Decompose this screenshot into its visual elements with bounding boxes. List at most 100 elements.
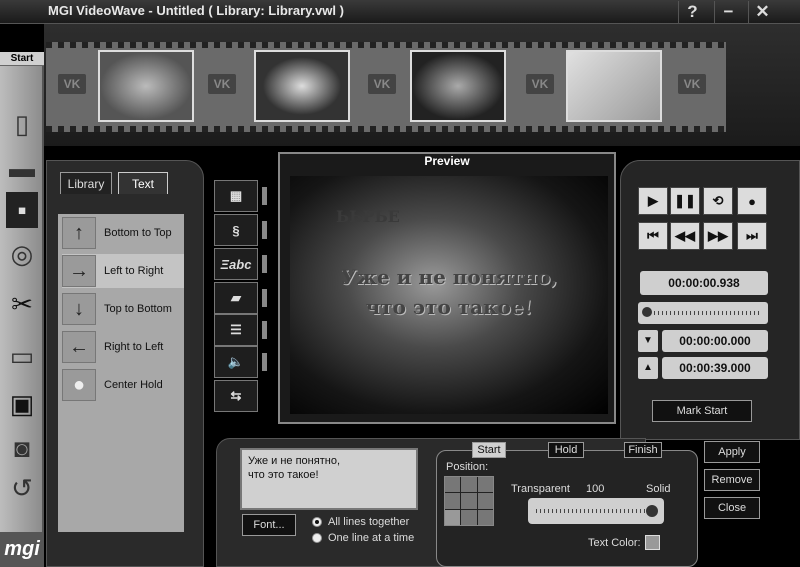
transition-icon[interactable]: §	[214, 214, 258, 246]
storyboard-icon[interactable]: ▦	[214, 180, 258, 212]
position-cell[interactable]	[461, 509, 477, 525]
skip-end-icon[interactable]: ⏭	[737, 222, 767, 250]
position-cell[interactable]	[445, 477, 461, 493]
slider-knob[interactable]	[642, 307, 652, 317]
clip-thumbnail-1[interactable]	[98, 50, 194, 122]
preview-title: Preview	[424, 154, 470, 168]
apply-button[interactable]: Apply	[704, 441, 760, 463]
help-button[interactable]: ?	[678, 1, 706, 23]
skip-start-icon[interactable]: ⏮	[638, 222, 668, 250]
position-label: Position:	[446, 461, 489, 473]
close-button[interactable]: Close	[704, 497, 760, 519]
slider-track	[646, 311, 760, 315]
arrow-left-icon: ←	[62, 331, 96, 363]
new-file-icon[interactable]: ▯	[4, 106, 40, 142]
film-perforation-bottom	[46, 126, 726, 132]
clip-thumbnail-2[interactable]	[254, 50, 350, 122]
list-item-label: Left to Right	[104, 265, 164, 277]
set-end-icon[interactable]: ▲	[638, 357, 658, 379]
save-icon[interactable]: ▪	[6, 192, 38, 228]
remove-button[interactable]: Remove	[704, 469, 760, 491]
list-item-top-to-bottom[interactable]: ↓ Top to Bottom	[62, 292, 184, 326]
overlay-line-1: Уже и не понятно,	[340, 265, 558, 289]
position-cell[interactable]	[477, 509, 493, 525]
tool-indicator	[262, 321, 267, 339]
tool-indicator	[262, 255, 267, 273]
transition-marker-icon[interactable]: VK	[526, 74, 554, 94]
position-cell[interactable]	[477, 477, 493, 493]
record-icon[interactable]: ●	[737, 187, 767, 215]
transparent-label: Transparent	[511, 483, 570, 495]
clipboard-icon[interactable]: ▣	[4, 386, 40, 422]
position-grid[interactable]	[444, 476, 494, 526]
list-item-left-to-right[interactable]: → Left to Right	[62, 254, 184, 288]
text-color-swatch[interactable]	[645, 535, 660, 550]
list-item-right-to-left[interactable]: ← Right to Left	[62, 330, 184, 364]
radio-all-lines[interactable]: All lines together	[312, 516, 409, 528]
radio-label: All lines together	[328, 516, 410, 528]
list-item-label: Bottom to Top	[104, 227, 172, 239]
tab-start[interactable]: Start	[472, 442, 506, 458]
open-folder-icon[interactable]: ▬	[4, 150, 40, 186]
transition-marker-icon[interactable]: VK	[58, 74, 86, 94]
position-cell[interactable]	[461, 493, 477, 509]
arrow-down-icon: ↓	[62, 293, 96, 325]
clip-thumbnail-4[interactable]	[566, 50, 662, 122]
list-item-bottom-to-top[interactable]: ↑ Bottom to Top	[62, 216, 184, 250]
tab-finish[interactable]: Finish	[624, 442, 662, 458]
undo-icon[interactable]: ↺	[4, 470, 40, 506]
scissors-icon[interactable]: ✂	[4, 286, 40, 322]
slider-track	[536, 509, 652, 513]
sound-icon[interactable]: 🔈	[214, 346, 258, 378]
copy-icon[interactable]: ▭	[4, 338, 40, 374]
film-reel-icon[interactable]: ◎	[4, 236, 40, 272]
minimize-button[interactable]: −	[714, 1, 742, 23]
transparency-value: 100	[586, 483, 605, 495]
arrow-up-icon: ↑	[62, 217, 96, 249]
position-cell[interactable]	[461, 477, 477, 493]
video-background-sign: ЬЬРЬЕ	[336, 207, 400, 226]
camera-icon[interactable]: ◙	[4, 430, 40, 466]
position-cell[interactable]	[445, 509, 461, 525]
pause-icon[interactable]: ❚❚	[670, 187, 700, 215]
font-button[interactable]: Font...	[242, 514, 296, 536]
mgi-logo: mgi	[0, 532, 44, 567]
transition-marker-icon[interactable]: VK	[208, 74, 236, 94]
start-time-field[interactable]: 00:00:00.000	[662, 330, 768, 352]
list-item-center-hold[interactable]: ● Center Hold	[62, 368, 184, 402]
tool-indicator	[262, 221, 267, 239]
solid-label: Solid	[646, 483, 671, 495]
tab-hold[interactable]: Hold	[548, 442, 584, 458]
tab-text[interactable]: Text	[118, 172, 168, 194]
mark-start-button[interactable]: Mark Start	[652, 400, 752, 422]
transition-marker-icon[interactable]: VK	[368, 74, 396, 94]
loop-icon[interactable]: ⟲	[703, 187, 733, 215]
rewind-icon[interactable]: ◀◀	[670, 222, 700, 250]
effects-icon[interactable]: ▰	[214, 282, 258, 314]
radio-one-line[interactable]: One line at a time	[312, 532, 414, 544]
position-cell[interactable]	[445, 493, 461, 509]
overlay-text-input[interactable]: Уже и не понятно, что это такое!	[240, 448, 418, 510]
start-tab[interactable]: Start	[0, 52, 44, 66]
transition-marker-icon[interactable]: VK	[678, 74, 706, 94]
text-abc-icon[interactable]: Ξabc	[214, 248, 258, 280]
overlay-icon[interactable]: ☰	[214, 314, 258, 346]
list-item-label: Center Hold	[104, 379, 163, 391]
position-cell[interactable]	[477, 493, 493, 509]
close-window-button[interactable]: ✕	[748, 1, 776, 23]
current-time-display: 00:00:00.938	[640, 271, 768, 295]
set-start-icon[interactable]: ▼	[638, 330, 658, 352]
fast-forward-icon[interactable]: ▶▶	[703, 222, 733, 250]
tool-indicator	[262, 353, 267, 371]
end-time-field[interactable]: 00:00:39.000	[662, 357, 768, 379]
tab-library[interactable]: Library	[60, 172, 112, 194]
play-icon[interactable]: ▶	[638, 187, 668, 215]
film-perforation-top	[46, 42, 726, 48]
clip-thumbnail-3[interactable]	[410, 50, 506, 122]
slider-knob[interactable]	[646, 505, 658, 517]
transparency-slider[interactable]	[528, 498, 664, 524]
tool-indicator	[262, 187, 267, 205]
timeline-slider[interactable]	[638, 302, 768, 324]
arrow-right-icon: →	[62, 255, 96, 287]
export-icon[interactable]: ⇆	[214, 380, 258, 412]
